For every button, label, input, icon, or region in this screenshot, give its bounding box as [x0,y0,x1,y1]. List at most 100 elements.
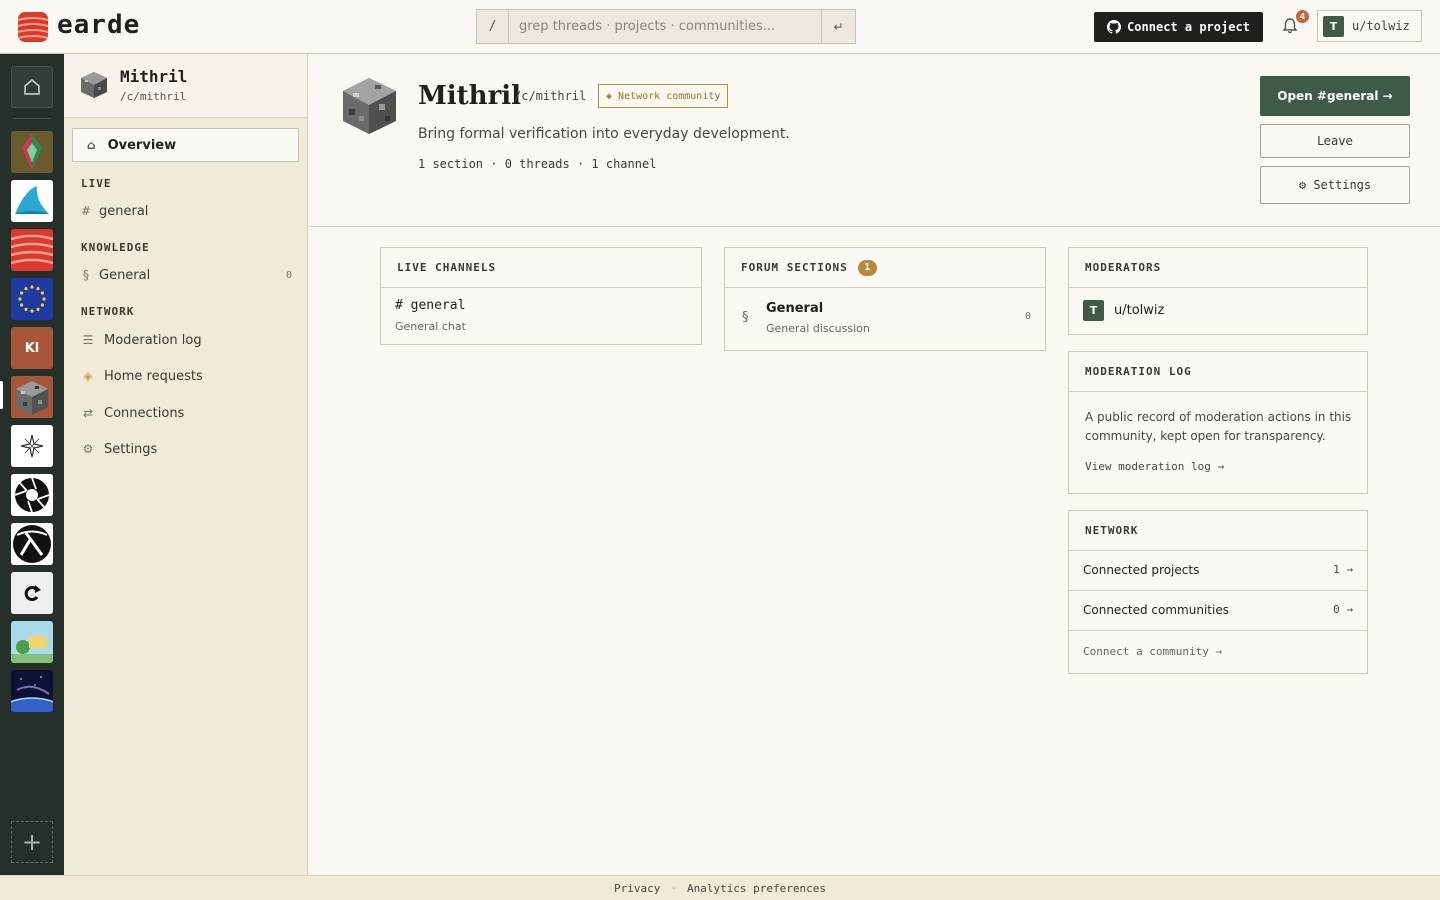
rail-item-earde-community[interactable] [11,229,53,271]
moderators-card: MODERATORS T u/tolwiz [1068,247,1368,335]
ore-block-icon [11,376,53,418]
rail-item-kl-community[interactable]: Kl [11,327,53,369]
sidebar-item-connections[interactable]: ⇄ Connections [81,399,293,427]
thread-count: 0 [285,269,292,281]
network-card: NETWORK Connected projects 1 → Connected… [1068,510,1368,674]
notification-badge: 4 [1296,10,1309,23]
rail-item-space-community[interactable] [11,670,53,712]
section-icon: § [742,310,749,325]
connected-projects-row[interactable]: Connected projects 1 → [1069,551,1367,591]
settings-button[interactable]: ⚙ Settings [1260,166,1410,204]
crystal-icon [11,131,53,173]
section-count-badge: 1 [857,259,877,276]
forum-sections-card: FORUM SECTIONS 1 § General General discu… [724,247,1046,351]
avatar: T [1323,15,1344,37]
earde-logo-icon[interactable] [17,11,49,43]
analytics-preferences-link[interactable]: Analytics preferences [687,882,826,895]
view-moderation-log-link[interactable]: View moderation log → [1085,460,1224,473]
rail-item-crystal-community[interactable] [11,131,53,173]
sidebar-item-home-requests[interactable]: ◈ Home requests [81,362,293,390]
aperture-icon [11,474,53,516]
good-day-image-icon [11,621,53,663]
sidebar-item-label: General [99,267,151,283]
app-name[interactable]: earde [57,10,140,40]
sidebar-section-live: LIVE [81,177,112,190]
community-description: Bring formal verification into everyday … [418,126,790,142]
row-value: 1 → [1333,563,1353,576]
rail-item-aperture-community[interactable] [11,474,53,516]
avatar: T [1083,300,1104,321]
search-submit-button[interactable]: ↵ [821,10,855,43]
sidebar-item-moderation-log[interactable]: ☰ Moderation log [81,326,293,354]
sidebar-item-label: Home requests [104,368,203,384]
open-general-button[interactable]: Open #general → [1260,76,1410,116]
ore-block-icon [81,72,107,98]
eu-flag-icon [11,278,53,320]
moderator-name: u/tolwiz [1114,303,1165,318]
ore-block-icon [343,78,396,134]
search-input[interactable]: grep threads · projects · communities... [509,19,821,34]
rail-item-fin-community[interactable] [11,180,53,222]
channel-description: General chat [395,320,466,333]
sidebar-item-label: general [99,203,149,219]
rail-item-good-day-community[interactable] [11,621,53,663]
sidebar-item-overview[interactable]: ⌂ Overview [72,128,299,162]
connected-communities-row[interactable]: Connected communities 0 → [1069,591,1367,631]
rail-item-arrow-community[interactable] [11,572,53,614]
rail-item-eu-community[interactable] [11,278,53,320]
sidebar-item-settings[interactable]: ⚙ Settings [81,435,293,463]
connect-project-button[interactable]: Connect a project [1094,12,1263,42]
sidebar-community-path: /c/mithril [120,90,187,103]
rail-item-compass-community[interactable] [11,425,53,467]
section-icon: § [83,268,89,282]
live-channels-card: LIVE CHANNELS # general General chat [380,247,702,345]
lambda-icon [11,523,53,565]
page-title: Mithril [418,81,522,111]
sidebar-item-label: Connections [104,405,185,421]
swap-icon: ⇄ [82,406,94,420]
gear-icon: ⚙ [82,442,94,456]
diamond-icon: ◈ [83,369,93,383]
sidebar-header: Mithril /c/mithril [64,54,307,118]
rail-item-lambda-community[interactable] [11,523,53,565]
community-stats: 1 section · 0 threads · 1 channel [418,157,657,171]
rail-item-mithril-community[interactable] [11,376,53,418]
earde-logo-icon [11,229,53,271]
row-label: Connected projects [1083,563,1200,577]
connect-community-link[interactable]: Connect a community → [1083,645,1222,658]
sidebar-item-general-section[interactable]: § General 0 [81,261,292,289]
rail-home-button[interactable] [11,66,53,108]
moderation-log-text: A public record of moderation actions in… [1085,410,1352,443]
card-title: MODERATION LOG [1069,352,1367,392]
thread-count: 0 [1024,311,1031,322]
top-bar: earde / grep threads · projects · commun… [0,0,1440,54]
community-header: Mithril /c/mithril ◈ Network community B… [308,54,1440,227]
search-bar[interactable]: / grep threads · projects · communities.… [476,9,856,44]
sidebar-item-general-channel[interactable]: # general [81,197,293,225]
user-menu-button[interactable]: T u/tolwiz [1317,10,1422,42]
channel-name: # general [395,298,466,313]
rail-divider [14,118,50,119]
user-name: u/tolwiz [1352,19,1410,33]
leave-button[interactable]: Leave [1260,124,1410,158]
section-name: General [766,301,824,316]
list-icon: ☰ [82,333,94,347]
network-community-badge: ◈ Network community [598,84,729,108]
hash-icon: # [81,204,92,218]
privacy-link[interactable]: Privacy [614,882,660,895]
sidebar-section-network: NETWORK [81,305,135,318]
row-label: Connected communities [1083,603,1229,617]
channel-row-general[interactable]: # general General chat [381,288,701,345]
row-value: 0 → [1333,603,1353,616]
section-row-general[interactable]: § General General discussion 0 [725,288,1045,350]
card-title: FORUM SECTIONS [741,261,848,274]
moderator-row[interactable]: T u/tolwiz [1069,288,1367,334]
community-sidebar: Mithril /c/mithril ⌂ Overview LIVE # gen… [64,54,308,875]
footer-separator: · [670,881,677,895]
connect-project-label: Connect a project [1127,20,1250,34]
card-header: FORUM SECTIONS 1 [725,248,1045,288]
add-community-button[interactable]: + [11,821,53,863]
home-icon [24,79,40,95]
card-title: LIVE CHANNELS [381,248,701,288]
rail-active-indicator [0,381,3,409]
